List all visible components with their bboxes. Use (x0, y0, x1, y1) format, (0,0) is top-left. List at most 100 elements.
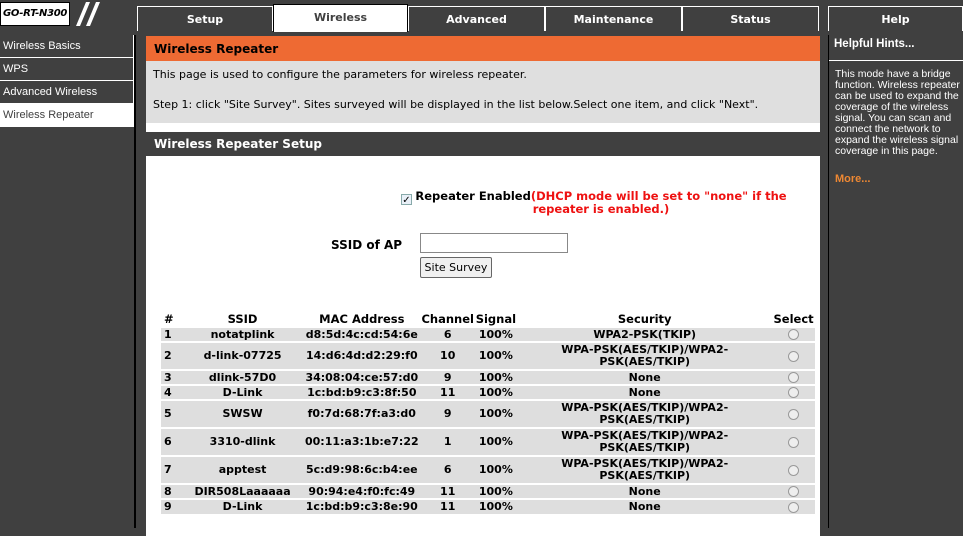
cell-channel: 6 (420, 455, 475, 484)
sidebar-item-advanced-wireless[interactable]: Advanced Wireless (0, 81, 134, 104)
cell-channel: 1 (420, 427, 475, 456)
repeater-enabled-label: Repeater Enabled(DHCP mode will be set t… (415, 189, 787, 216)
cell-select (772, 498, 815, 514)
cell-security: WPA-PSK(AES/TKIP)/WPA2-PSK(AES/TKIP) (517, 427, 773, 456)
helpful-hints-panel: Helpful Hints... This mode have a bridge… (828, 35, 963, 528)
sidebar: Wireless Basics WPS Advanced Wireless Wi… (0, 35, 136, 528)
top-bar: GO-RT-N300 Setup Wireless Advanced Maint… (0, 0, 963, 32)
sidebar-item-wps[interactable]: WPS (0, 58, 134, 81)
repeater-warning: (DHCP mode will be set to "none" if the … (530, 189, 787, 216)
cell-number: 3 (161, 369, 183, 385)
select-radio[interactable] (788, 387, 800, 398)
col-number: # (161, 311, 183, 327)
cell-signal: 100% (474, 369, 518, 385)
intro-box: This page is used to configure the param… (146, 61, 820, 123)
cell-channel: 6 (420, 326, 475, 342)
tab-wireless[interactable]: Wireless (273, 4, 408, 32)
cell-ssid: dlink-57D0 (182, 369, 303, 385)
cell-ssid: apptest (182, 455, 303, 484)
table-row: 7 apptest 5c:d9:98:6c:b4:ee 6 100% WPA-PSK(AE… (161, 455, 815, 484)
tab-help[interactable]: Help (828, 6, 963, 31)
cell-select (772, 483, 815, 499)
setup-title: Wireless Repeater Setup (146, 132, 820, 156)
cell-ssid: D-Link (182, 384, 303, 400)
main-content: Wireless Repeater This page is used to c… (146, 36, 820, 536)
cell-number: 7 (161, 455, 183, 484)
cell-mac: 14:d6:4d:d2:29:f0 (302, 341, 421, 370)
brand-logo: GO-RT-N300 (0, 2, 70, 26)
cell-number: 9 (161, 498, 183, 514)
cell-channel: 11 (420, 483, 475, 499)
cell-number: 1 (161, 326, 183, 342)
sidebar-item-wireless-basics[interactable]: Wireless Basics (0, 35, 134, 58)
cell-mac: 34:08:04:ce:57:d0 (302, 369, 421, 385)
cell-signal: 100% (474, 455, 518, 484)
cell-select (772, 384, 815, 400)
col-select: Select (772, 311, 815, 327)
cell-channel: 9 (420, 399, 475, 428)
cell-number: 2 (161, 341, 183, 370)
hints-more-link[interactable]: More... (829, 157, 963, 185)
cell-channel: 9 (420, 369, 475, 385)
cell-mac: d8:5d:4c:cd:54:6e (302, 326, 421, 342)
table-row: 4 D-Link 1c:bd:b9:c3:8f:50 11 100% None (161, 384, 815, 400)
cell-ssid: D-Link (182, 498, 303, 514)
select-radio[interactable] (788, 372, 800, 383)
table-row: 9 D-Link 1c:bd:b9:c3:8e:90 11 100% None (161, 498, 815, 514)
cell-ssid: DIR508Laaaaaa (182, 483, 303, 499)
cell-signal: 100% (474, 384, 518, 400)
logo-slashes (76, 2, 100, 26)
cell-channel: 11 (420, 384, 475, 400)
site-survey-button[interactable]: Site Survey (420, 257, 492, 278)
cell-mac: f0:7d:68:7f:a3:d0 (302, 399, 421, 428)
tab-advanced[interactable]: Advanced (408, 6, 545, 31)
select-radio[interactable] (788, 329, 800, 340)
intro-text-1: This page is used to configure the param… (153, 68, 527, 81)
cell-signal: 100% (474, 326, 518, 342)
cell-number: 4 (161, 384, 183, 400)
select-radio[interactable] (788, 350, 800, 362)
cell-ssid: d-link-07725 (182, 341, 303, 370)
tab-maintenance[interactable]: Maintenance (545, 6, 682, 31)
cell-ssid: SWSW (182, 399, 303, 428)
site-survey-table: # SSID MAC Address Channel Signal Securi… (161, 311, 815, 514)
cell-security: WPA2-PSK(TKIP) (517, 326, 773, 342)
col-mac: MAC Address (302, 311, 421, 327)
cell-security: WPA-PSK(AES/TKIP)/WPA2-PSK(AES/TKIP) (517, 341, 773, 370)
ssid-input[interactable] (420, 233, 568, 253)
cell-number: 8 (161, 483, 183, 499)
cell-mac: 90:94:e4:f0:fc:49 (302, 483, 421, 499)
cell-security: None (517, 483, 773, 499)
cell-channel: 11 (420, 498, 475, 514)
select-radio[interactable] (788, 436, 800, 448)
table-row: 6 3310-dlink 00:11:a3:1b:e7:22 1 100% WPA-PSK… (161, 427, 815, 456)
col-ssid: SSID (182, 311, 303, 327)
cell-signal: 100% (474, 483, 518, 499)
cell-channel: 10 (420, 341, 475, 370)
cell-select (772, 341, 815, 370)
col-signal: Signal (474, 311, 518, 327)
cell-mac: 00:11:a3:1b:e7:22 (302, 427, 421, 456)
cell-security: None (517, 498, 773, 514)
col-channel: Channel (420, 311, 475, 327)
select-radio[interactable] (788, 464, 800, 476)
col-security: Security (517, 311, 773, 327)
tab-setup[interactable]: Setup (137, 6, 273, 31)
select-radio[interactable] (788, 408, 800, 420)
table-row: 5 SWSW f0:7d:68:7f:a3:d0 9 100% WPA-PSK(AES/T… (161, 399, 815, 428)
cell-ssid: 3310-dlink (182, 427, 303, 456)
table-row: 8 DIR508Laaaaaa 90:94:e4:f0:fc:49 11 100% Non… (161, 483, 815, 499)
select-radio[interactable] (788, 486, 800, 497)
cell-select (772, 326, 815, 342)
cell-signal: 100% (474, 399, 518, 428)
select-radio[interactable] (788, 501, 800, 513)
cell-select (772, 399, 815, 428)
cell-mac: 1c:bd:b9:c3:8e:90 (302, 498, 421, 514)
cell-security: WPA-PSK(AES/TKIP)/WPA2-PSK(AES/TKIP) (517, 455, 773, 484)
tab-status[interactable]: Status (682, 6, 819, 31)
cell-security: None (517, 369, 773, 385)
sidebar-item-wireless-repeater[interactable]: Wireless Repeater (0, 104, 134, 127)
cell-mac: 5c:d9:98:6c:b4:ee (302, 455, 421, 484)
cell-select (772, 369, 815, 385)
cell-signal: 100% (474, 498, 518, 514)
